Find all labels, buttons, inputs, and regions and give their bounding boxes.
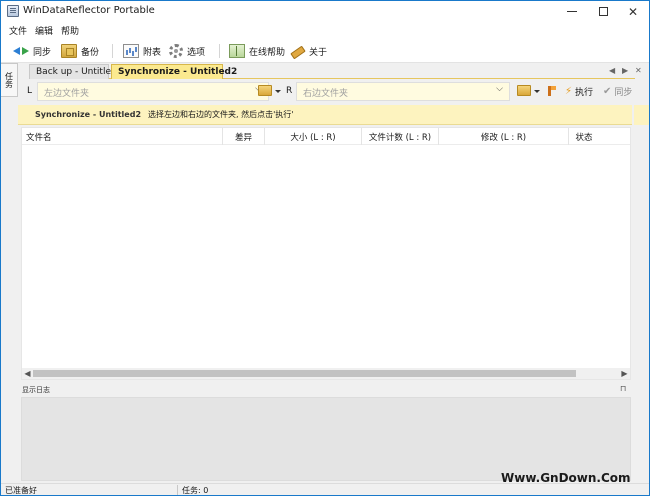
window-title: WinDataReflector Portable <box>23 5 155 16</box>
options-button[interactable]: 选项 <box>169 43 205 59</box>
execute-button[interactable]: ⚡ 执行 <box>565 85 593 98</box>
app-window: WinDataReflector Portable ✕ 文件 编辑 帮助 同步 … <box>0 0 650 496</box>
menu-edit[interactable]: 编辑 <box>31 24 57 37</box>
sync-arrows-icon <box>13 44 29 58</box>
status-divider <box>177 485 178 495</box>
pin-icon[interactable]: ⊓ <box>620 384 626 393</box>
right-folder-label: R <box>286 86 293 96</box>
folder-bar: L 左边文件夹 ⌵ R 右边文件夹 ⌵ ⚡ 执行 ✔ 同步 <box>18 81 649 103</box>
backup-button[interactable]: 备份 <box>61 43 99 59</box>
column-header-size[interactable]: 大小 (L : R) <box>265 128 362 145</box>
tab-close-icon[interactable]: ✕ <box>635 66 642 75</box>
close-button[interactable]: ✕ <box>616 1 650 22</box>
about-badge-icon <box>289 44 305 58</box>
side-tab-label: 任务 <box>4 72 14 88</box>
log-panel[interactable] <box>21 397 631 481</box>
table-header: 文件名 差异 大小 (L : R) 文件计数 (L : R) 修改 (L : R… <box>22 128 630 145</box>
about-label: 关于 <box>309 47 328 58</box>
online-help-label: 在线帮助 <box>249 47 286 58</box>
column-header-difference[interactable]: 差异 <box>223 128 265 145</box>
help-book-icon <box>229 44 245 58</box>
tab-scroll-right-icon[interactable]: ▶ <box>622 66 628 75</box>
scroll-left-icon[interactable]: ◀ <box>22 368 33 379</box>
column-header-status[interactable]: 状态 <box>569 128 599 145</box>
left-folder-dropdown-icon[interactable] <box>275 90 281 93</box>
horizontal-scrollbar[interactable]: ◀ ▶ <box>22 368 630 379</box>
close-icon: ✕ <box>627 4 639 19</box>
menu-file[interactable]: 文件 <box>5 24 31 37</box>
scroll-right-icon[interactable]: ▶ <box>619 368 630 379</box>
left-folder-placeholder: 左边文件夹 <box>44 89 90 99</box>
column-header-file-count[interactable]: 文件计数 (L : R) <box>362 128 439 145</box>
about-button[interactable]: 关于 <box>289 43 327 59</box>
lightning-icon: ⚡ <box>565 86 573 97</box>
status-ready: 已准备好 <box>5 486 37 495</box>
maximize-button[interactable] <box>586 1 620 22</box>
toolbar: 同步 备份 附表 选项 在线帮助 关于 <box>1 39 649 63</box>
menu-help[interactable]: 帮助 <box>57 24 83 37</box>
sync-button[interactable]: 同步 <box>13 43 51 59</box>
tab-synchronize-untitled2[interactable]: Synchronize - Untitled2 <box>111 64 237 79</box>
sync-run-label: 同步 <box>614 88 633 98</box>
execute-label: 执行 <box>575 88 594 98</box>
scrollbar-thumb[interactable] <box>33 370 576 377</box>
right-folder-browse-icon[interactable] <box>517 85 531 96</box>
chevron-down-icon[interactable]: ⌵ <box>496 84 503 94</box>
right-folder-input[interactable]: 右边文件夹 ⌵ <box>296 82 510 101</box>
file-table[interactable]: 文件名 差异 大小 (L : R) 文件计数 (L : R) 修改 (L : R… <box>21 127 631 380</box>
options-label: 选项 <box>187 47 206 58</box>
minimize-button[interactable] <box>555 1 589 22</box>
status-bar: 已准备好 任务: 0 <box>1 483 649 495</box>
info-bar: Synchronize - Untitled2 选择左边和右边的文件夹, 然后点… <box>18 105 632 125</box>
menu-bar: 文件 编辑 帮助 <box>1 22 649 39</box>
log-label: 显示日志 <box>22 386 50 394</box>
left-folder-browse-icon[interactable] <box>258 85 272 96</box>
maximize-icon <box>598 7 608 16</box>
sync-run-button[interactable]: ✔ 同步 <box>603 85 632 98</box>
toolbar-divider <box>219 44 220 58</box>
backup-box-icon <box>61 44 77 58</box>
tab-label: Synchronize - Untitled2 <box>118 67 238 77</box>
tab-strip: Back up - Untitled Synchronize - Untitle… <box>29 63 642 79</box>
info-bar-edge <box>634 105 649 125</box>
sync-label: 同步 <box>33 47 52 58</box>
info-message: 选择左边和右边的文件夹, 然后点击'执行' <box>148 110 294 119</box>
flag-icon[interactable] <box>548 86 556 96</box>
toolbar-divider <box>112 44 113 58</box>
tab-scroll-left-icon[interactable]: ◀ <box>609 66 615 75</box>
report-chart-icon <box>123 44 139 58</box>
info-title: Synchronize - Untitled2 <box>35 110 142 119</box>
online-help-button[interactable]: 在线帮助 <box>229 43 285 59</box>
right-folder-placeholder: 右边文件夹 <box>303 89 349 99</box>
column-header-filename[interactable]: 文件名 <box>22 128 223 145</box>
left-folder-label: L <box>27 86 33 96</box>
report-label: 附表 <box>143 47 162 58</box>
tab-backup-untitled[interactable]: Back up - Untitled <box>29 64 117 79</box>
left-folder-input[interactable]: 左边文件夹 ⌵ <box>37 82 269 101</box>
app-icon <box>7 5 19 17</box>
status-task-count: 任务: 0 <box>182 486 209 495</box>
backup-label: 备份 <box>81 47 100 58</box>
title-bar: WinDataReflector Portable ✕ <box>1 1 649 22</box>
checkmark-icon: ✔ <box>603 86 612 97</box>
gear-icon <box>169 44 183 58</box>
report-button[interactable]: 附表 <box>123 43 161 59</box>
tab-label: Back up - Untitled <box>36 67 117 77</box>
column-header-modified[interactable]: 修改 (L : R) <box>439 128 569 145</box>
minimize-icon <box>567 11 577 12</box>
right-folder-dropdown-icon[interactable] <box>534 90 540 93</box>
side-tab-tasks[interactable]: 任务 <box>1 63 18 97</box>
